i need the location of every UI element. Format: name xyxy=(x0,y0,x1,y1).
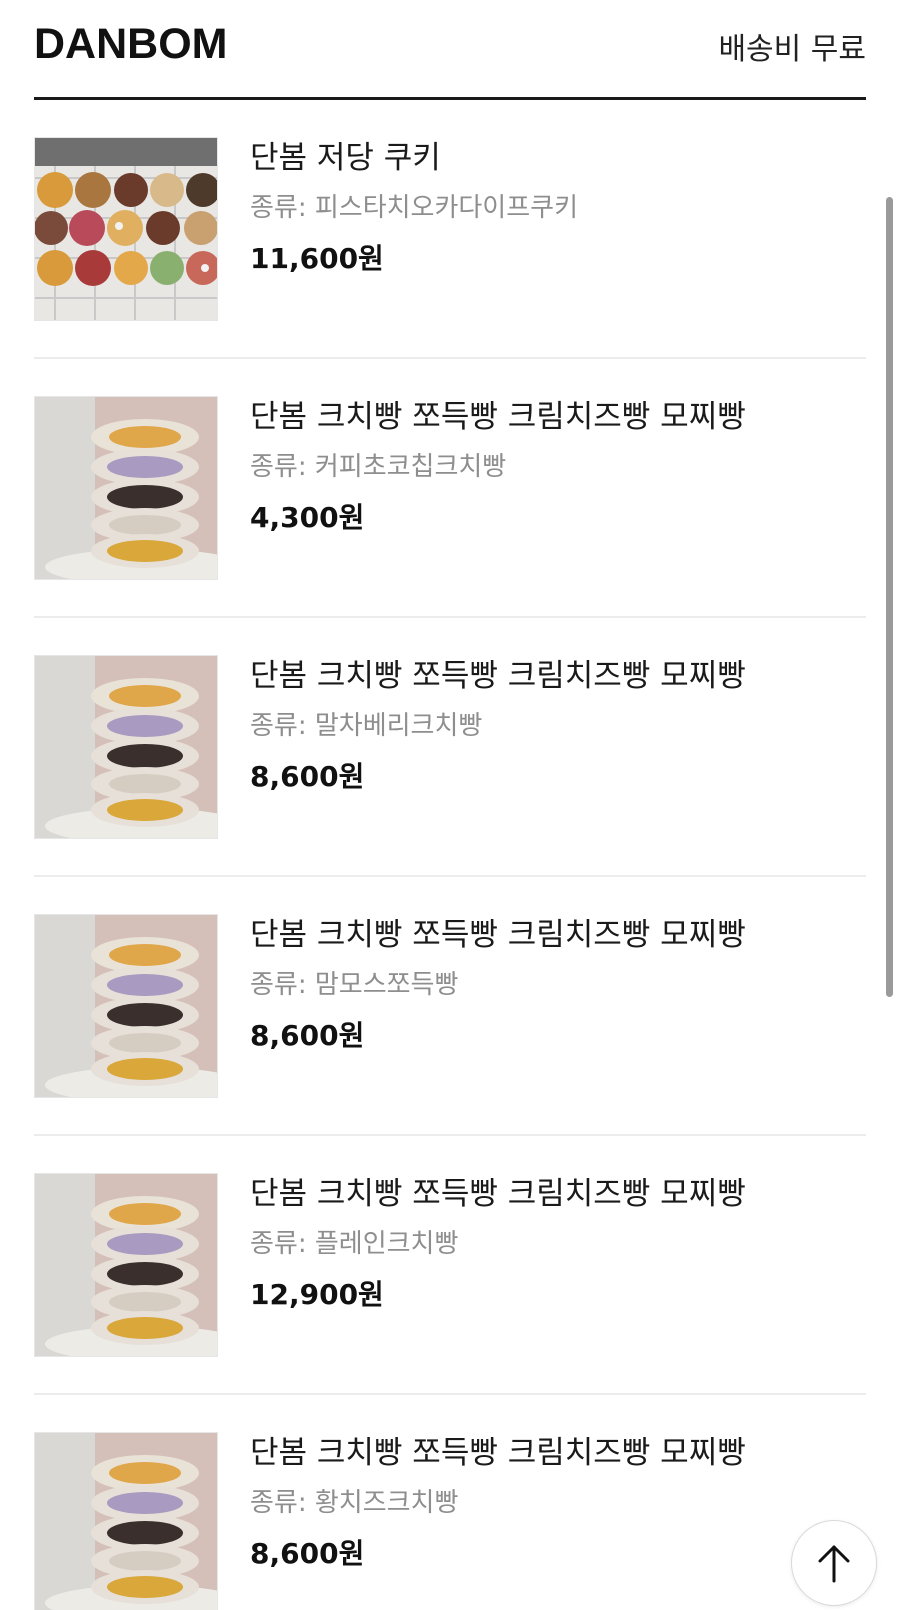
product-image[interactable] xyxy=(34,137,218,321)
product-title[interactable]: 단봄 크치빵 쪼득빵 크림치즈빵 모찌빵 xyxy=(250,397,866,437)
product-price: 8,600원 xyxy=(250,1019,365,1052)
product-item[interactable]: 단봄 크치빵 쪼득빵 크림치즈빵 모찌빵 종류: 맘모스쪼득빵 8,600원 xyxy=(34,877,866,1136)
product-image[interactable] xyxy=(34,1173,218,1357)
product-title[interactable]: 단봄 저당 쿠키 xyxy=(250,138,866,178)
product-variant: 종류: 커피초코칩크치빵 xyxy=(250,452,507,482)
product-price: 12,900원 xyxy=(250,1278,384,1311)
product-item[interactable]: 단봄 크치빵 쪼득빵 크림치즈빵 모찌빵 종류: 말차베리크치빵 8,600원 xyxy=(34,618,866,877)
shipping-info: 배송비 무료 xyxy=(718,32,866,67)
product-price: 4,300원 xyxy=(250,501,365,534)
product-variant: 종류: 말차베리크치빵 xyxy=(250,711,483,741)
product-image[interactable] xyxy=(34,914,218,1098)
product-title[interactable]: 단봄 크치빵 쪼득빵 크림치즈빵 모찌빵 xyxy=(250,1174,866,1214)
product-info: 단봄 크치빵 쪼득빵 크림치즈빵 모찌빵 종류: 커피초코칩크치빵 4,300원 xyxy=(250,397,866,537)
product-info: 단봄 크치빵 쪼득빵 크림치즈빵 모찌빵 종류: 플레인크치빵 12,900원 xyxy=(250,1174,866,1314)
product-item[interactable]: 단봄 크치빵 쪼득빵 크림치즈빵 모찌빵 종류: 황치즈크치빵 8,600원 xyxy=(34,1395,866,1610)
product-info: 단봄 크치빵 쪼득빵 크림치즈빵 모찌빵 종류: 황치즈크치빵 8,600원 xyxy=(250,1433,866,1573)
product-variant: 종류: 피스타치오카다이프쿠키 xyxy=(250,193,578,223)
product-variant: 종류: 맘모스쪼득빵 xyxy=(250,970,459,1000)
page: DANBOM 배송비 무료 단봄 저당 쿠키 종류: 피스타치오카다이프쿠키 1… xyxy=(0,0,900,1610)
brand-logo[interactable]: DANBOM xyxy=(34,20,227,69)
header: DANBOM 배송비 무료 xyxy=(34,0,866,100)
product-image[interactable] xyxy=(34,396,218,580)
scrollbar[interactable] xyxy=(886,197,893,997)
arrow-up-icon xyxy=(818,1545,850,1583)
product-info: 단봄 크치빵 쪼득빵 크림치즈빵 모찌빵 종류: 맘모스쪼득빵 8,600원 xyxy=(250,915,866,1055)
product-title[interactable]: 단봄 크치빵 쪼득빵 크림치즈빵 모찌빵 xyxy=(250,915,866,955)
product-title[interactable]: 단봄 크치빵 쪼득빵 크림치즈빵 모찌빵 xyxy=(250,1433,866,1473)
product-image[interactable] xyxy=(34,1432,218,1610)
product-title[interactable]: 단봄 크치빵 쪼득빵 크림치즈빵 모찌빵 xyxy=(250,656,866,696)
scroll-to-top-button[interactable] xyxy=(791,1520,877,1606)
product-price: 8,600원 xyxy=(250,760,365,793)
product-variant: 종류: 황치즈크치빵 xyxy=(250,1488,459,1518)
product-info: 단봄 저당 쿠키 종류: 피스타치오카다이프쿠키 11,600원 xyxy=(250,138,866,278)
product-price: 11,600원 xyxy=(250,242,384,275)
product-item[interactable]: 단봄 저당 쿠키 종류: 피스타치오카다이프쿠키 11,600원 xyxy=(34,100,866,359)
product-list: 단봄 저당 쿠키 종류: 피스타치오카다이프쿠키 11,600원 단봄 크치빵 … xyxy=(34,100,866,1610)
product-price: 8,600원 xyxy=(250,1537,365,1570)
product-item[interactable]: 단봄 크치빵 쪼득빵 크림치즈빵 모찌빵 종류: 플레인크치빵 12,900원 xyxy=(34,1136,866,1395)
product-image[interactable] xyxy=(34,655,218,839)
product-variant: 종류: 플레인크치빵 xyxy=(250,1229,459,1259)
product-item[interactable]: 단봄 크치빵 쪼득빵 크림치즈빵 모찌빵 종류: 커피초코칩크치빵 4,300원 xyxy=(34,359,866,618)
product-info: 단봄 크치빵 쪼득빵 크림치즈빵 모찌빵 종류: 말차베리크치빵 8,600원 xyxy=(250,656,866,796)
